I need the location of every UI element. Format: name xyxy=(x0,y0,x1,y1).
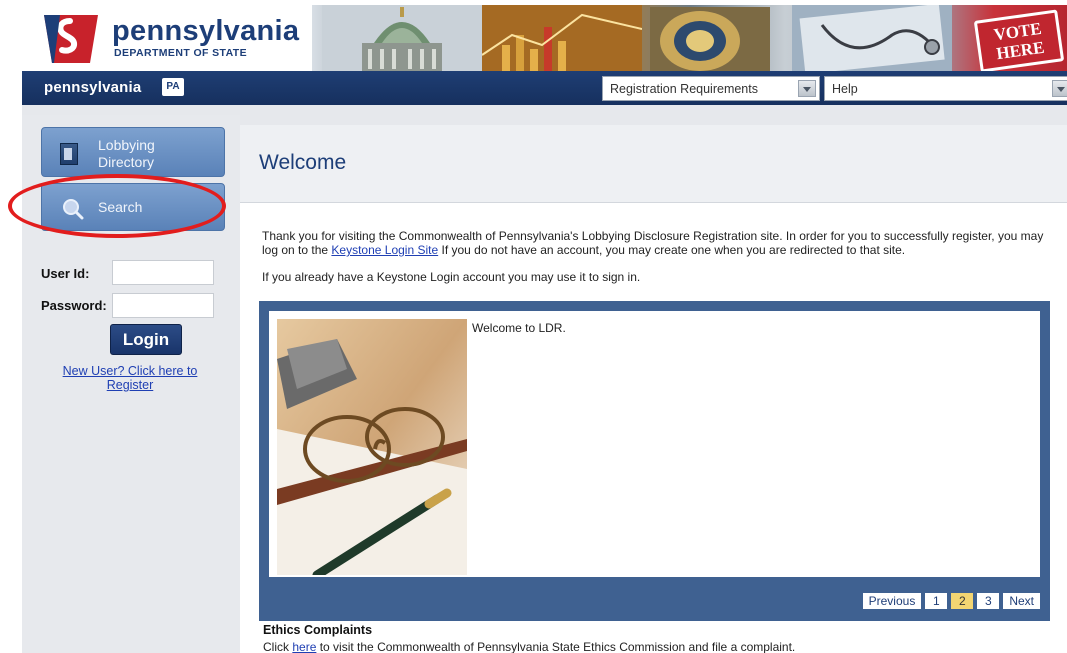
ethics-complaints-heading: Ethics Complaints xyxy=(263,623,373,637)
slide-panel: Welcome to LDR. xyxy=(269,311,1040,577)
registration-requirements-label: Registration Requirements xyxy=(610,82,758,96)
keystone-login-link[interactable]: Keystone Login Site xyxy=(331,243,438,257)
previous-button[interactable]: Previous xyxy=(862,593,922,609)
welcome-header: Welcome xyxy=(240,125,1067,203)
register-link[interactable]: New User? Click here to Register xyxy=(42,364,218,392)
main-content: Welcome Thank you for visiting the Commo… xyxy=(240,125,1067,653)
pa-keystone-badge-icon: PA xyxy=(162,78,184,96)
brand-name: pennsylvania xyxy=(112,15,300,47)
page: { "header": { "brand_name": "pennsylvani… xyxy=(0,0,1067,653)
password-label: Password: xyxy=(41,298,107,313)
directory-book-icon xyxy=(60,143,78,165)
chevron-down-icon[interactable] xyxy=(1052,80,1067,97)
lobbying-directory-line2: Directory xyxy=(98,154,155,170)
user-id-label: User Id: xyxy=(41,266,90,281)
site-banner: pennsylvania DEPARTMENT OF STATE VOTE HE… xyxy=(22,5,1067,71)
financial-graph-image xyxy=(482,5,642,71)
glasses-and-pen-image xyxy=(277,319,467,575)
top-nav-bar: pennsylvania PA Registration Requirement… xyxy=(22,71,1067,105)
intro-second-line: If you already have a Keystone Login acc… xyxy=(262,270,641,284)
lobbying-directory-label: Lobbying Directory xyxy=(98,137,155,171)
next-button[interactable]: Next xyxy=(1003,593,1040,609)
ethics-complaints-section: Ethics Complaints Click here to visit th… xyxy=(259,623,1050,653)
page-3-button[interactable]: 3 xyxy=(977,593,1000,609)
intro-text-part2: If you do not have an account, you may c… xyxy=(441,243,906,257)
keystone-logo-icon xyxy=(44,15,98,63)
page-1-button[interactable]: 1 xyxy=(925,593,948,609)
register-link-line1[interactable]: New User? Click here to xyxy=(63,364,198,378)
help-label: Help xyxy=(832,82,858,96)
vote-here-sign: VOTE HERE xyxy=(973,9,1065,71)
ethics-here-link[interactable]: here xyxy=(292,640,316,653)
registration-requirements-dropdown[interactable]: Registration Requirements xyxy=(602,76,820,101)
capitol-dome-image xyxy=(322,5,482,71)
login-button[interactable]: Login xyxy=(110,324,182,355)
password-input[interactable] xyxy=(112,293,214,318)
image-slider: Welcome to LDR. Previous 1 2 3 Next xyxy=(259,301,1050,621)
register-link-line2[interactable]: Register xyxy=(107,378,154,392)
lobbying-directory-line1: Lobbying xyxy=(98,137,155,153)
chevron-down-icon[interactable] xyxy=(798,80,816,97)
slider-pagination: Previous 1 2 3 Next xyxy=(862,593,1040,609)
user-id-input[interactable] xyxy=(112,260,214,285)
intro-paragraph: Thank you for visiting the Commonwealth … xyxy=(262,229,1052,257)
page-2-button[interactable]: 2 xyxy=(951,593,974,609)
stethoscope-image xyxy=(792,5,952,71)
pennsylvania-logo[interactable]: pennsylvania xyxy=(44,79,141,96)
state-seal-image xyxy=(650,7,770,71)
brand-subtitle: DEPARTMENT OF STATE xyxy=(114,47,248,59)
page-title: Welcome xyxy=(259,151,347,174)
search-highlight-annotation xyxy=(8,174,226,238)
lobbying-directory-button[interactable]: Lobbying Directory xyxy=(41,127,225,177)
ethics-text-suffix: to visit the Commonwealth of Pennsylvani… xyxy=(316,640,796,653)
help-dropdown[interactable]: Help xyxy=(824,76,1067,101)
ethics-text-prefix: Click xyxy=(263,640,293,653)
ethics-complaints-text: Click here to visit the Commonwealth of … xyxy=(263,640,795,653)
slide-caption: Welcome to LDR. xyxy=(472,321,566,335)
